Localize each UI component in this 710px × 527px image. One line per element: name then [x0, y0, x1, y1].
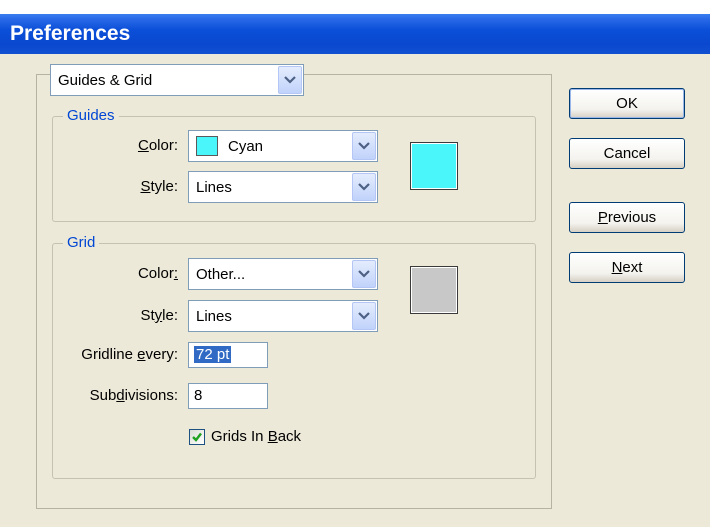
grid-style-label: Style:: [140, 307, 178, 324]
grid-color-value: Other...: [196, 265, 246, 283]
grids-in-back-checkbox[interactable]: [189, 429, 205, 445]
cancel-button[interactable]: Cancel: [569, 138, 685, 169]
guides-style-label: Style:: [140, 178, 178, 195]
guides-color-label: Color:: [137, 137, 178, 154]
panel-select[interactable]: Guides & Grid: [50, 64, 304, 96]
grid-color-preview: [410, 266, 458, 314]
preferences-dialog: Preferences Guides & Grid Guides Color: …: [0, 14, 710, 527]
gridline-every-input[interactable]: 72 pt: [188, 342, 268, 368]
chevron-down-icon[interactable]: [352, 260, 376, 288]
subdivisions-input[interactable]: 8: [188, 383, 268, 409]
gridline-every-value: 72 pt: [194, 346, 232, 363]
dialog-content: Guides & Grid Guides Color: Cyan Style: …: [0, 54, 710, 527]
subdivisions-label: Subdivisions:: [89, 387, 178, 404]
next-button[interactable]: Next: [569, 252, 685, 283]
guides-style-value: Lines: [196, 178, 232, 196]
subdivisions-value: 8: [194, 387, 203, 404]
guides-color-select[interactable]: Cyan: [188, 130, 378, 162]
chevron-down-icon[interactable]: [278, 66, 302, 94]
chevron-down-icon[interactable]: [352, 302, 376, 330]
previous-button[interactable]: Previous: [569, 202, 685, 233]
grid-style-value: Lines: [196, 307, 232, 325]
ok-button[interactable]: OK: [569, 88, 685, 119]
title-bar: Preferences: [0, 14, 710, 54]
chevron-down-icon[interactable]: [352, 173, 376, 201]
checkmark-icon: [192, 432, 202, 442]
background-strip: [0, 0, 710, 14]
grid-color-label: Color:: [137, 265, 178, 282]
chevron-down-icon[interactable]: [352, 132, 376, 160]
gridline-every-label: Gridline every:: [81, 346, 178, 363]
grid-group-title: Grid: [63, 234, 100, 252]
guides-color-swatch: [196, 136, 218, 156]
panel-select-value: Guides & Grid: [58, 71, 153, 89]
guides-color-value: Cyan: [228, 137, 264, 155]
grid-style-select[interactable]: Lines: [188, 300, 378, 332]
guides-style-select[interactable]: Lines: [188, 171, 378, 203]
guides-color-preview: [410, 142, 458, 190]
dialog-title: Preferences: [10, 22, 131, 45]
grid-color-select[interactable]: Other...: [188, 258, 378, 290]
guides-group-title: Guides: [63, 107, 119, 125]
grids-in-back-label[interactable]: Grids In Back: [211, 427, 301, 447]
